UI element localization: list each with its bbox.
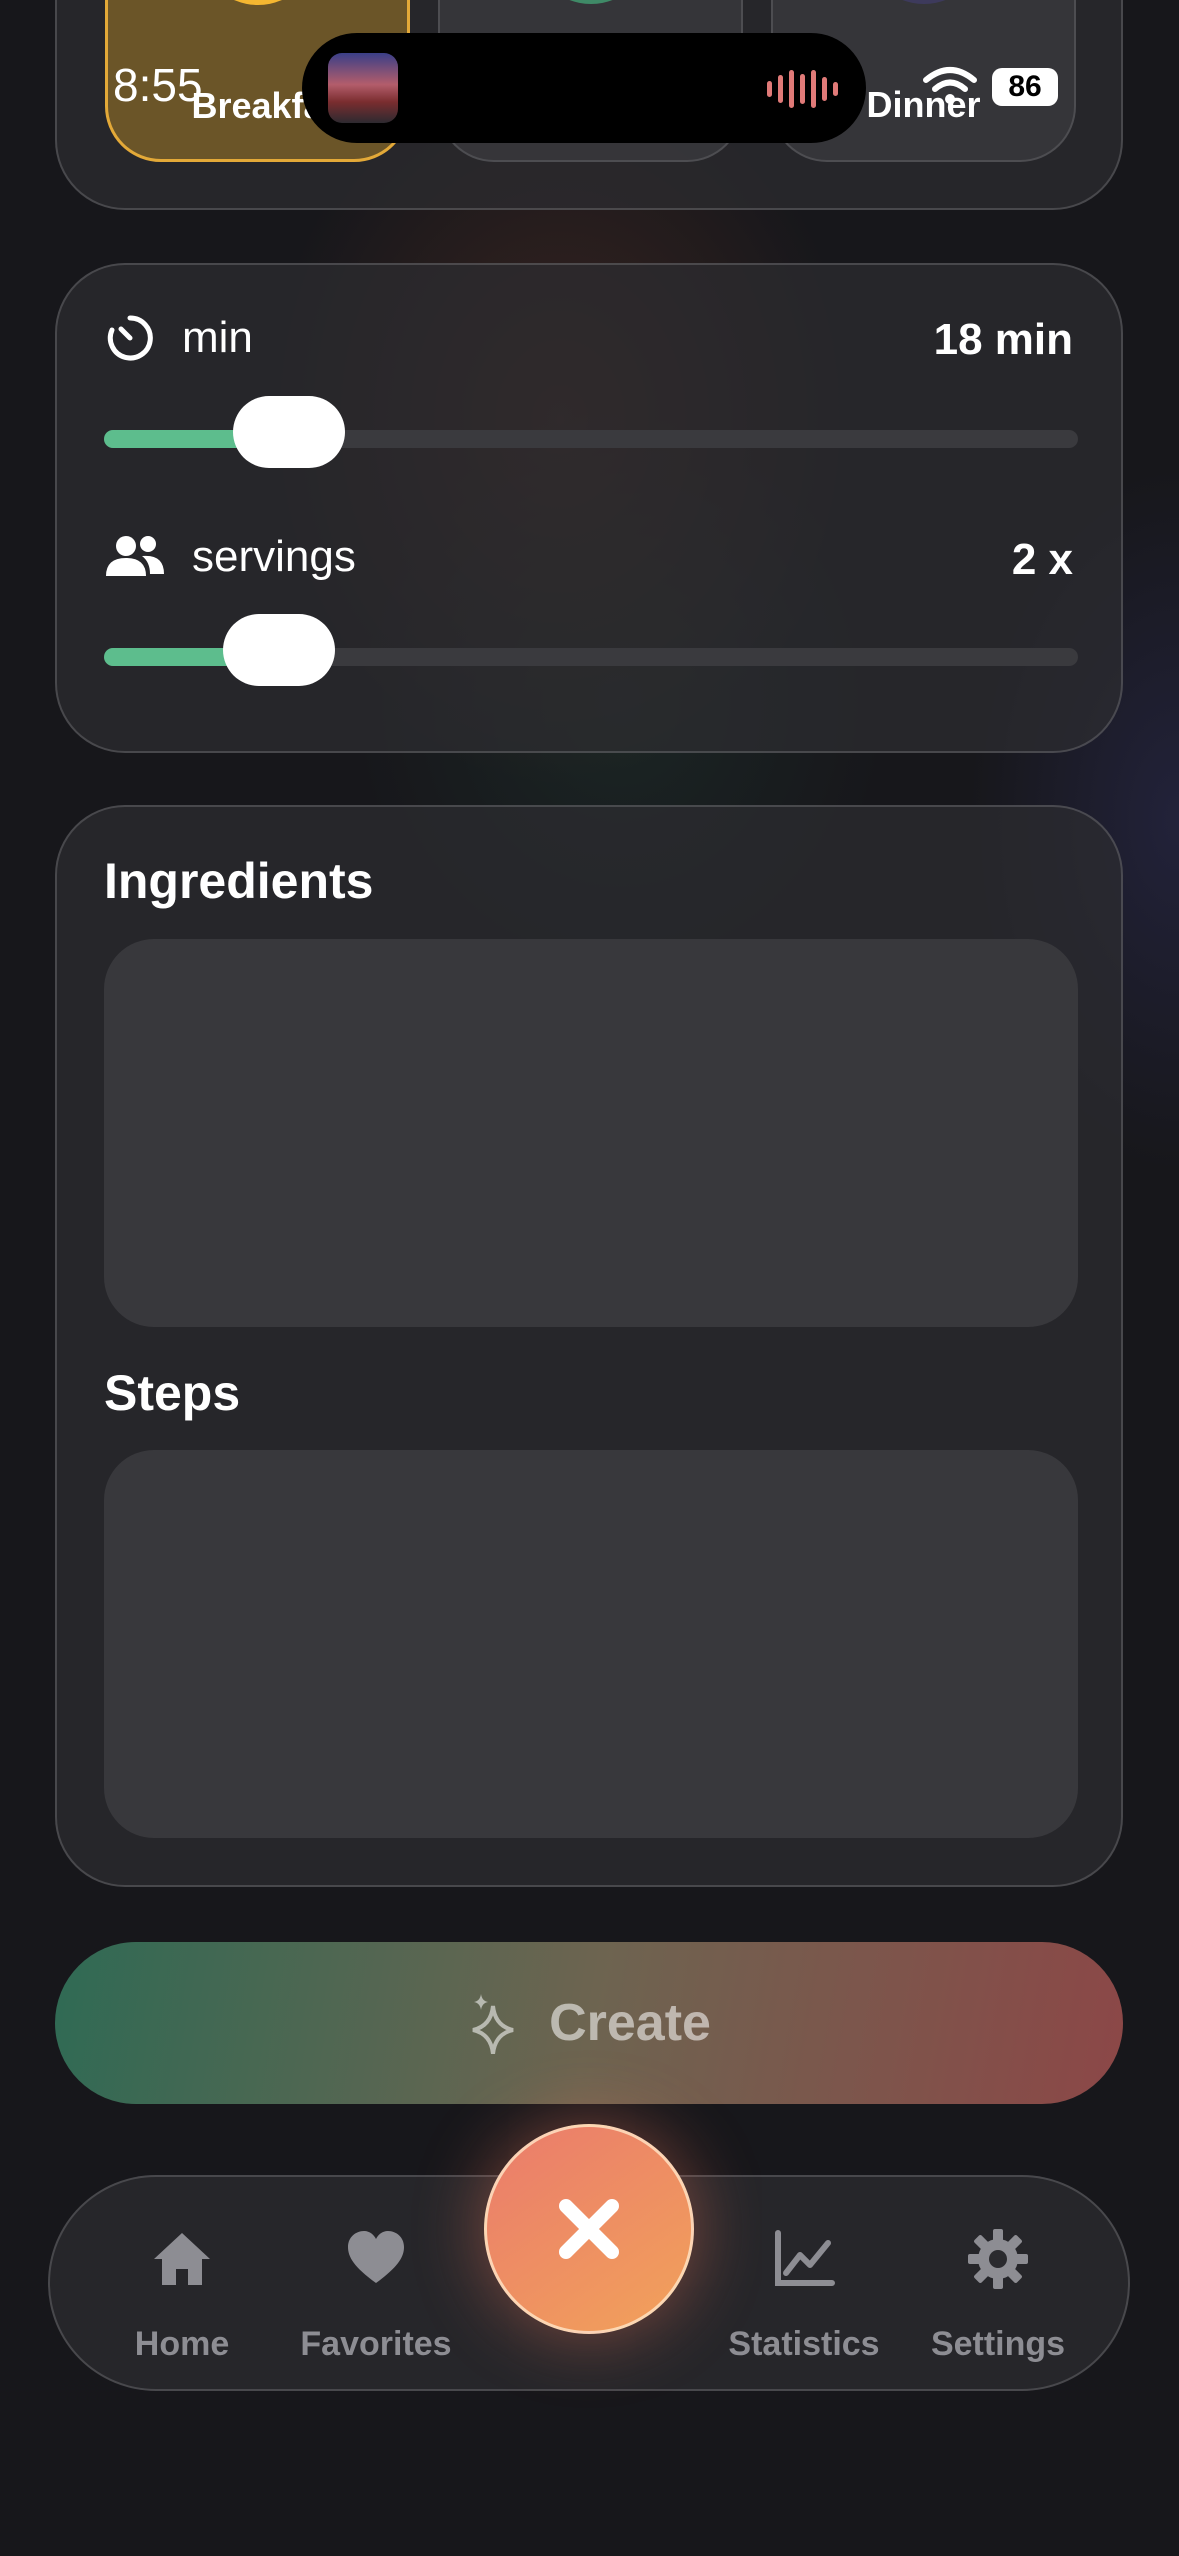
servings-slider-thumb[interactable] — [223, 614, 336, 686]
dynamic-island[interactable] — [302, 33, 866, 143]
time-row-label: min — [104, 312, 253, 364]
sparkles-icon — [472, 1994, 514, 2054]
tab-settings-label: Settings — [930, 2325, 1066, 2363]
create-button[interactable]: Create — [55, 1942, 1123, 2104]
close-button[interactable] — [484, 2124, 694, 2334]
servings-label: servings — [192, 532, 356, 581]
servings-row-label: servings — [104, 532, 356, 582]
options-card: min 18 min servings 2 x — [55, 263, 1123, 753]
audio-waveform-icon — [767, 69, 838, 109]
tab-home[interactable]: Home — [92, 2177, 272, 2393]
chart-icon — [775, 2230, 835, 2286]
battery-indicator: 86 — [992, 68, 1058, 106]
heart-icon — [348, 2231, 404, 2283]
servings-slider[interactable] — [104, 614, 1078, 686]
timer-icon — [107, 315, 153, 361]
lunch-icon — [530, 0, 651, 4]
wifi-icon — [923, 67, 977, 104]
servings-value: 2 x — [1011, 535, 1073, 584]
tab-favorites-label: Favorites — [300, 2325, 452, 2363]
steps-title: Steps — [104, 1365, 241, 1421]
time-value: 18 min — [933, 315, 1073, 364]
ingredients-title: Ingredients — [104, 853, 374, 909]
close-icon — [559, 2199, 619, 2259]
people-icon — [106, 536, 164, 576]
home-icon — [154, 2233, 210, 2285]
steps-box[interactable] — [104, 1450, 1078, 1838]
gear-icon — [968, 2229, 1028, 2289]
breakfast-icon — [197, 0, 318, 5]
time-slider[interactable] — [104, 396, 1078, 468]
ingredients-box[interactable] — [104, 939, 1078, 1327]
moon-icon — [863, 0, 984, 4]
album-art-icon — [328, 53, 398, 123]
tab-statistics[interactable]: Statistics — [714, 2177, 894, 2393]
tab-favorites[interactable]: Favorites — [286, 2177, 466, 2393]
tab-settings[interactable]: Settings — [908, 2177, 1088, 2393]
time-slider-thumb[interactable] — [233, 396, 346, 468]
recipe-card: Ingredients Steps — [55, 805, 1123, 1887]
time-label: min — [182, 313, 253, 362]
create-button-label: Create — [549, 1994, 711, 2052]
status-time: 8:55 — [113, 59, 203, 111]
